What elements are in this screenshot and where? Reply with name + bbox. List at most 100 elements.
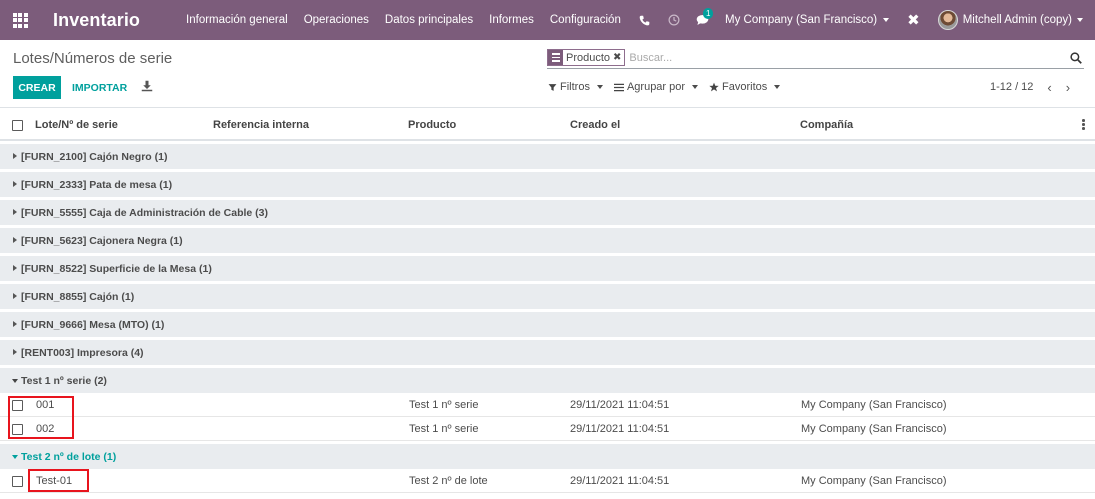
table-row[interactable]: Test-01 Test 2 nº de lote 29/11/2021 11:04… xyxy=(0,469,1095,493)
row-checkbox[interactable] xyxy=(12,399,23,411)
cell-created-on: 29/11/2021 11:04:51 xyxy=(570,422,670,435)
group-row[interactable]: [FURN_5623] Cajonera Negra (1) xyxy=(0,228,1095,253)
cell-company: My Company (San Francisco) xyxy=(801,398,947,411)
chevron-left-icon[interactable]: ‹ xyxy=(1047,81,1051,94)
list-view: Lote/Nº de serie Referencia interna Prod… xyxy=(0,110,1095,493)
menu-item-operations[interactable]: Operaciones xyxy=(296,14,377,26)
chevron-down-icon xyxy=(883,18,890,22)
company-name: My Company (San Francisco) xyxy=(725,14,878,26)
app-title[interactable]: Inventario xyxy=(53,10,140,31)
caret-down-icon xyxy=(11,378,18,383)
group-row[interactable]: Test 1 nº serie (2) xyxy=(0,368,1095,393)
cell-created-on: 29/11/2021 11:04:51 xyxy=(570,474,670,487)
caret-down-icon xyxy=(11,454,18,459)
groupby-dropdown[interactable]: Agrupar por xyxy=(613,81,699,93)
menu-item-configuration[interactable]: Configuración xyxy=(542,14,629,26)
group-label: [FURN_8855] Cajón (1) xyxy=(21,290,135,303)
group-by-icon xyxy=(548,50,563,65)
column-header-internal-ref[interactable]: Referencia interna xyxy=(213,119,309,131)
group-label: [FURN_9666] Mesa (MTO) (1) xyxy=(21,318,165,331)
facet-value: Producto xyxy=(566,51,611,64)
search-options: Filtros Agrupar por Favoritos xyxy=(548,81,781,93)
user-name: Mitchell Admin (copy) xyxy=(962,14,1072,26)
group-label: [FURN_5623] Cajonera Negra (1) xyxy=(21,234,183,247)
user-menu[interactable]: Mitchell Admin (copy) xyxy=(930,10,1095,30)
chevron-down-icon xyxy=(596,85,603,89)
table-row[interactable]: 002 Test 1 nº serie 29/11/2021 11:04:51 My … xyxy=(0,417,1095,441)
list-body: [FURN_2100] Cajón Negro (1) [FURN_2333] P… xyxy=(0,144,1095,493)
search-bar: Producto ✖ xyxy=(547,47,1084,69)
select-all-checkbox[interactable] xyxy=(12,120,23,131)
group-row[interactable]: [FURN_8522] Superficie de la Mesa (1) xyxy=(0,256,1095,281)
caret-right-icon xyxy=(13,348,17,355)
cell-product: Test 2 nº de lote xyxy=(409,474,488,487)
caret-right-icon xyxy=(13,264,17,271)
chevron-down-icon xyxy=(692,85,699,89)
group-row[interactable]: Test 2 nº de lote (1) xyxy=(0,444,1095,469)
control-panel: Lotes/Números de serie Producto ✖ CREAR … xyxy=(0,40,1095,108)
cell-created-on: 29/11/2021 11:04:51 xyxy=(570,398,670,411)
menu-item-general-info[interactable]: Información general xyxy=(178,14,296,26)
cell-company: My Company (San Francisco) xyxy=(801,474,947,487)
search-icon[interactable] xyxy=(1068,51,1084,64)
column-options-icon[interactable] xyxy=(1082,119,1085,130)
company-switcher[interactable]: My Company (San Francisco) xyxy=(717,14,897,26)
navbar-systray: 1 My Company (San Francisco) ✖ Mitchell … xyxy=(630,0,1095,40)
column-header-company[interactable]: Compañía xyxy=(800,119,853,131)
main-menu: Información general Operaciones Datos pr… xyxy=(178,14,629,26)
group-row[interactable]: [FURN_9666] Mesa (MTO) (1) xyxy=(0,312,1095,337)
avatar xyxy=(937,10,958,30)
pager-value[interactable]: 1-12 / 12 xyxy=(990,81,1033,93)
caret-right-icon xyxy=(13,320,17,327)
groupby-label: Agrupar por xyxy=(626,81,686,93)
caret-right-icon xyxy=(13,180,17,187)
close-icon[interactable]: ✖ xyxy=(613,52,624,63)
apps-menu-icon[interactable] xyxy=(0,0,40,40)
cell-product: Test 1 nº serie xyxy=(409,398,479,411)
group-row[interactable]: [FURN_5555] Caja de Administración de Ca… xyxy=(0,200,1095,225)
table-header: Lote/Nº de serie Referencia interna Prod… xyxy=(0,110,1095,141)
create-button[interactable]: CREAR xyxy=(13,76,61,99)
cell-product: Test 1 nº serie xyxy=(409,422,479,435)
group-label: [FURN_2333] Pata de mesa (1) xyxy=(21,178,173,191)
chevron-right-icon[interactable]: › xyxy=(1066,81,1070,94)
chevron-down-icon xyxy=(1077,18,1083,22)
group-row[interactable]: [FURN_8855] Cajón (1) xyxy=(0,284,1095,309)
table-row[interactable]: 001 Test 1 nº serie 29/11/2021 11:04:51 My … xyxy=(0,393,1095,417)
row-checkbox[interactable] xyxy=(12,475,23,487)
messages-icon[interactable]: 1 xyxy=(688,8,717,26)
group-label: [RENT003] Impresora (4) xyxy=(21,346,144,359)
filters-dropdown[interactable]: Filtros xyxy=(548,81,603,93)
cell-company: My Company (San Francisco) xyxy=(801,422,947,435)
group-label: Test 2 nº de lote (1) xyxy=(21,450,117,463)
pager: 1-12 / 12 ‹ › xyxy=(990,81,1070,94)
group-row[interactable]: [RENT003] Impresora (4) xyxy=(0,340,1095,365)
menu-item-reports[interactable]: Informes xyxy=(481,14,542,26)
caret-right-icon xyxy=(13,236,17,243)
column-header-lot[interactable]: Lote/Nº de serie xyxy=(35,119,118,131)
messages-count-badge: 1 xyxy=(703,8,714,19)
search-input[interactable] xyxy=(629,51,1068,64)
caret-right-icon xyxy=(13,292,17,299)
chevron-down-icon xyxy=(774,85,781,89)
column-header-product[interactable]: Producto xyxy=(408,119,456,131)
cell-lot: Test-01 xyxy=(36,474,73,487)
group-label: [FURN_8522] Superficie de la Mesa (1) xyxy=(21,262,212,275)
group-row[interactable]: [FURN_2333] Pata de mesa (1) xyxy=(0,172,1095,197)
download-icon[interactable] xyxy=(141,80,153,94)
group-label: [FURN_5555] Caja de Administración de Ca… xyxy=(21,206,269,219)
menu-item-master-data[interactable]: Datos principales xyxy=(377,14,481,26)
phone-icon[interactable] xyxy=(630,15,659,26)
cell-lot: 002 xyxy=(36,422,55,435)
column-header-created-on[interactable]: Creado el xyxy=(570,119,620,131)
debug-tools-icon[interactable]: ✖ xyxy=(897,11,930,29)
group-row[interactable]: [FURN_2100] Cajón Negro (1) xyxy=(0,144,1095,169)
import-button[interactable]: IMPORTAR xyxy=(72,76,127,99)
row-checkbox[interactable] xyxy=(12,423,23,435)
clock-icon[interactable] xyxy=(659,14,688,26)
favorites-label: Favoritos xyxy=(722,81,768,93)
caret-right-icon xyxy=(13,208,17,215)
favorites-dropdown[interactable]: Favoritos xyxy=(709,81,781,93)
cell-lot: 001 xyxy=(36,398,55,411)
list-icon xyxy=(613,83,624,91)
